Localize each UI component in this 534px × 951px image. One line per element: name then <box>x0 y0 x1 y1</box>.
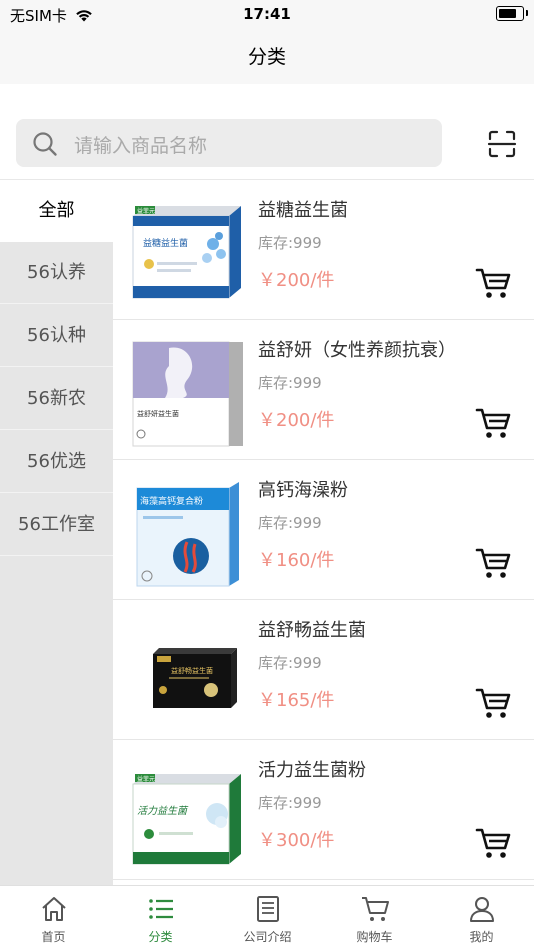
product-item[interactable]: 益舒畅益生菌 益舒畅益生菌 库存:999 ￥165/件 <box>113 600 534 740</box>
sidebar-item-all[interactable]: 全部 <box>0 180 113 242</box>
product-price: ￥160/件 <box>258 550 335 571</box>
search-icon <box>33 132 57 156</box>
page-title: 分类 <box>247 46 286 68</box>
tab-cart[interactable]: 购物车 <box>321 886 428 951</box>
tab-bar: 首页 分类 公司介绍 购物车 我的 <box>0 885 534 950</box>
box-label: 益舒妍益生菌 <box>137 409 179 418</box>
add-to-cart-icon[interactable] <box>475 266 511 300</box>
product-name: 益舒畅益生菌 <box>258 620 366 641</box>
search-input[interactable]: 请输入商品名称 <box>16 119 442 167</box>
product-item[interactable]: 益菲元 益糖益生菌 益糖益生菌 库存:999 ￥200/件 <box>113 180 534 320</box>
product-item[interactable]: 海藻高钙复合粉 高钙海澡粉 库存:999 ￥160/件 <box>113 460 534 600</box>
product-price: ￥200/件 <box>258 270 335 291</box>
tab-label: 分类 <box>148 930 173 944</box>
product-name: 益舒妍（女性养颜抗衰） <box>258 340 456 361</box>
product-stock: 库存:999 <box>258 514 322 532</box>
add-to-cart-icon[interactable] <box>475 686 511 720</box>
category-sidebar: 全部 56认养 56认种 56新农 56优选 56工作室 <box>0 180 113 885</box>
product-stock: 库存:999 <box>258 654 322 672</box>
box-label: 海藻高钙复合粉 <box>140 495 203 507</box>
product-image: 益菲元 活力益生菌 <box>132 774 241 865</box>
status-time: 17:41 <box>243 5 291 23</box>
nav-bar: 分类 <box>0 28 534 84</box>
sidebar-item-plant[interactable]: 56认种 <box>0 305 113 367</box>
box-label: 益舒畅益生菌 <box>171 666 213 675</box>
add-to-cart-icon[interactable] <box>475 826 511 860</box>
tab-mine[interactable]: 我的 <box>428 886 534 951</box>
product-image: 益舒妍益生菌 <box>132 341 243 447</box>
tab-company-intro[interactable]: 公司介绍 <box>214 886 321 951</box>
box-brand: 益菲元 <box>137 775 155 783</box>
tab-label: 购物车 <box>356 930 393 944</box>
tab-label: 公司介绍 <box>243 930 292 944</box>
scan-icon[interactable] <box>486 128 518 160</box>
box-label: 活力益生菌 <box>137 805 189 817</box>
product-price: ￥300/件 <box>258 830 335 851</box>
product-price: ￥165/件 <box>258 690 335 711</box>
product-item[interactable]: 益菲元 活力益生菌 活力益生菌粉 库存:999 ￥300/件 <box>113 740 534 880</box>
product-name: 高钙海澡粉 <box>258 480 348 501</box>
product-name: 活力益生菌粉 <box>258 760 366 781</box>
tab-home[interactable]: 首页 <box>0 886 107 951</box>
battery-tip <box>526 10 528 16</box>
search-placeholder: 请输入商品名称 <box>74 135 208 157</box>
tab-category[interactable]: 分类 <box>107 886 214 951</box>
add-to-cart-icon[interactable] <box>475 406 511 440</box>
home-icon <box>42 897 66 921</box>
product-item[interactable]: 益舒妍益生菌 益舒妍（女性养颜抗衰） 库存:999 ￥200/件 <box>113 320 534 460</box>
add-to-cart-icon[interactable] <box>475 546 511 580</box>
document-icon <box>257 896 279 922</box>
product-price: ￥200/件 <box>258 410 335 431</box>
tab-label: 我的 <box>469 930 494 944</box>
sidebar-item-studio[interactable]: 56工作室 <box>0 494 113 556</box>
product-stock: 库存:999 <box>258 234 322 252</box>
sidebar-item-adopt[interactable]: 56认养 <box>0 242 113 304</box>
user-icon <box>470 897 494 922</box>
product-image: 海藻高钙复合粉 <box>136 482 239 587</box>
list-icon <box>149 899 173 919</box>
product-image: 益菲元 益糖益生菌 <box>132 206 241 299</box>
battery-icon <box>496 6 524 21</box>
product-stock: 库存:999 <box>258 374 322 392</box>
box-brand: 益菲元 <box>137 207 155 215</box>
product-image: 益舒畅益生菌 <box>153 648 237 708</box>
tab-label: 首页 <box>41 930 66 944</box>
status-bar: 无SIM卡 17:41 <box>0 0 534 28</box>
product-name: 益糖益生菌 <box>258 200 348 221</box>
product-stock: 库存:999 <box>258 794 322 812</box>
box-label: 益糖益生菌 <box>143 237 188 249</box>
cart-icon <box>362 897 389 921</box>
sidebar-item-new-farm[interactable]: 56新农 <box>0 368 113 430</box>
sidebar-item-selected[interactable]: 56优选 <box>0 431 113 493</box>
